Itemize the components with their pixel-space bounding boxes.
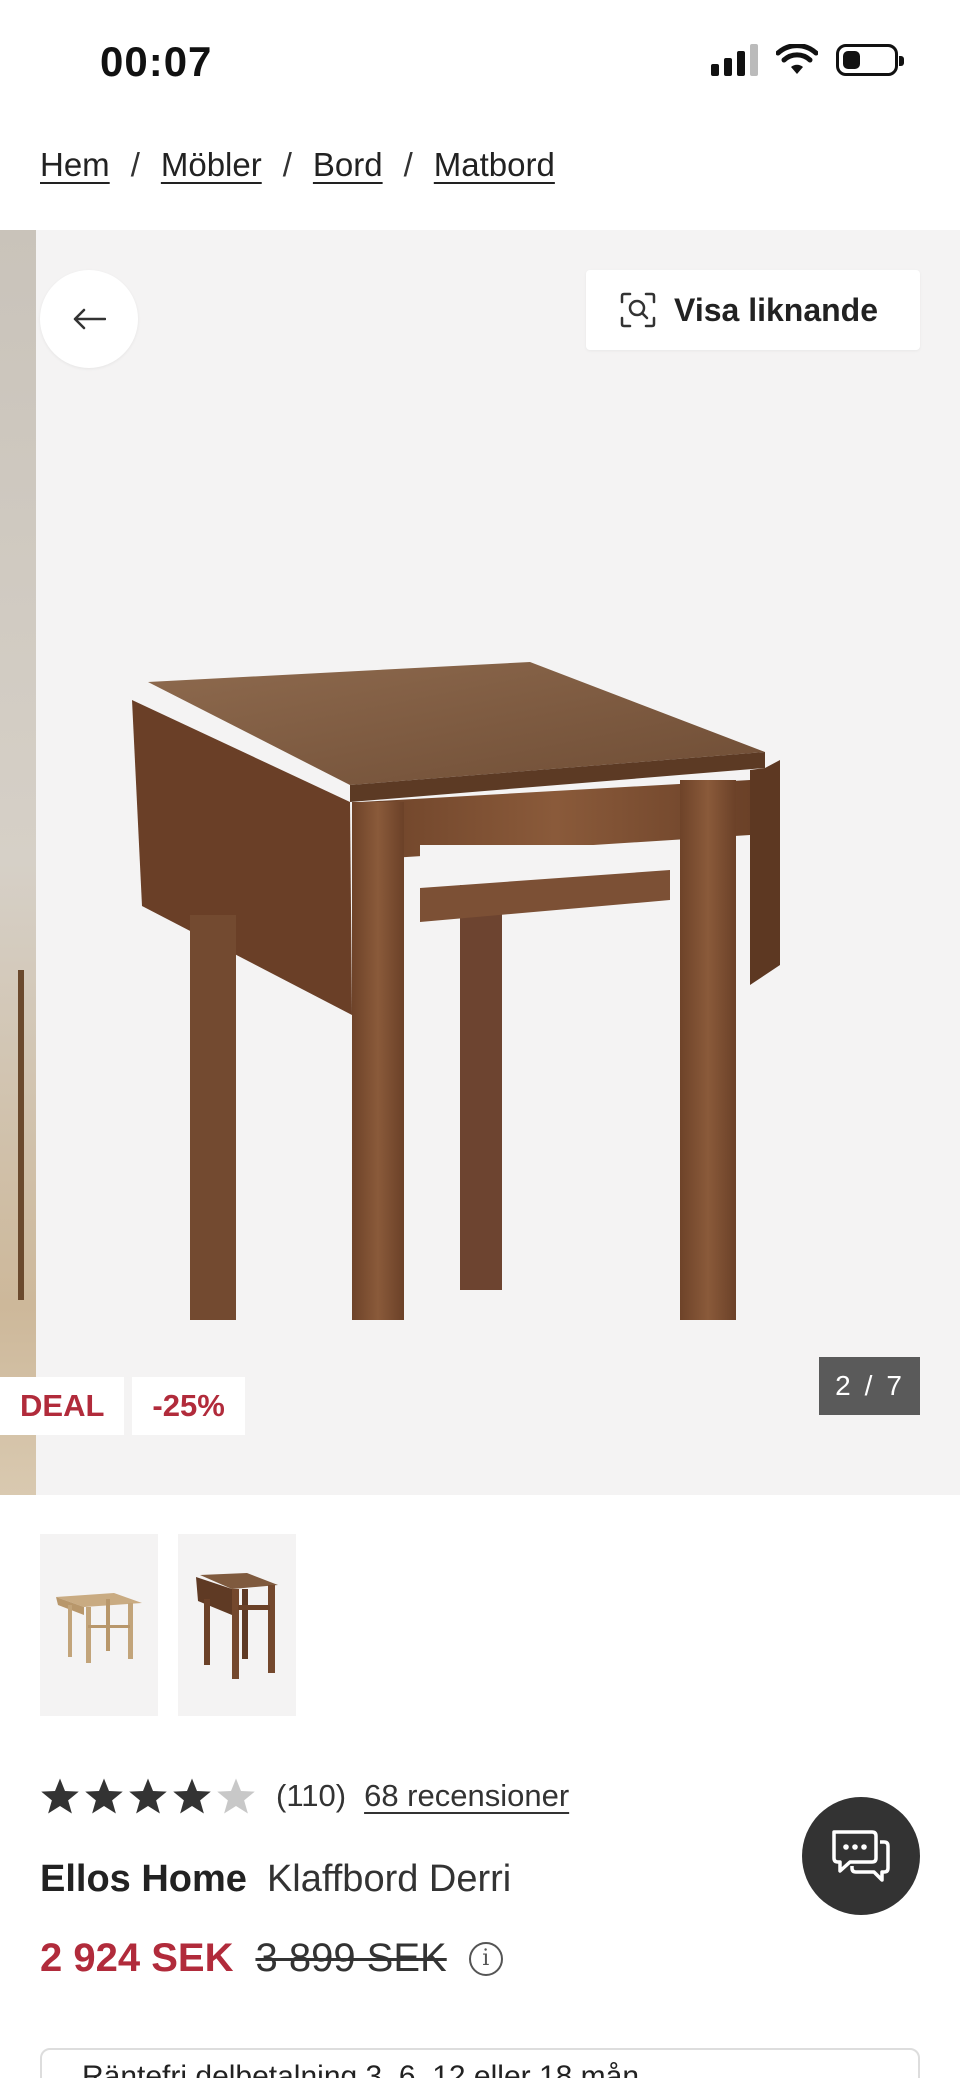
info-icon[interactable]: i [468,1941,503,1976]
battery-icon [836,44,904,76]
star-filled-icon [129,1778,167,1814]
breadcrumb-separator: / [282,146,292,183]
product-brand[interactable]: Ellos Home [40,1858,247,1901]
star-empty-icon [217,1778,255,1814]
status-bar: 00:07 [0,0,960,120]
wifi-icon [776,44,818,74]
reviews-link[interactable]: 68 recensioner [364,1778,569,1814]
chat-button[interactable] [802,1797,920,1915]
breadcrumb-separator: / [130,146,140,183]
previous-slide-peek [0,230,36,1495]
rating-row: (110) 68 recensioner [40,1776,569,1816]
breadcrumb: Hem / Möbler / Bord / Matbord [40,146,555,184]
deal-badge: DEAL [0,1377,125,1435]
chair-fragment [0,970,24,1300]
show-similar-button[interactable]: Visa liknande [586,270,920,350]
breadcrumb-item-hem[interactable]: Hem [40,146,110,184]
product-image-drop-leaf-table [132,662,780,1320]
status-icons [711,44,904,76]
price-old: 3 899 SEK [255,1936,447,1980]
back-button[interactable] [40,270,138,368]
thumbnail-strip [40,1534,296,1716]
product-title: Ellos Home Klaffbord Derri [40,1858,511,1901]
product-name: Klaffbord Derri [266,1858,512,1900]
counter-separator: / [864,1370,875,1401]
breadcrumb-separator: / [403,146,413,183]
dark-wood-table-thumb[interactable] [178,1534,296,1716]
star-filled-icon [85,1778,123,1814]
rating-count: (110) [276,1778,347,1813]
price-row: 2 924 SEK 3 899 SEK i [40,1936,503,1981]
installment-text: Räntefri delbetalning 3, 6, 12 eller 18 … [82,2060,640,2078]
thumbnail-image [56,1593,142,1663]
installment-info-box[interactable]: Räntefri delbetalning 3, 6, 12 eller 18 … [40,2048,920,2078]
star-rating [40,1776,256,1816]
image-counter: 2 / 7 [819,1357,920,1415]
counter-total: 7 [886,1370,904,1401]
badges: DEAL -25% [0,1377,245,1435]
star-filled-icon [41,1778,79,1814]
light-wood-table-thumb[interactable] [40,1534,158,1716]
price-current: 2 924 SEK [40,1936,234,1980]
arrow-left-icon [73,308,106,330]
thumbnail-image [196,1573,278,1679]
cellular-signal-icon [711,44,758,76]
chat-bubbles-icon [832,1830,890,1882]
visual-search-icon [620,292,656,328]
status-time: 00:07 [100,38,213,85]
breadcrumb-item-bord[interactable]: Bord [313,146,383,184]
discount-badge: -25% [132,1377,245,1435]
star-filled-icon [173,1778,211,1814]
product-image-gallery[interactable]: Visa liknande DEAL -25% 2 / 7 [0,230,960,1495]
breadcrumb-item-matbord[interactable]: Matbord [434,146,555,184]
show-similar-label: Visa liknande [674,291,878,328]
breadcrumb-item-mobler[interactable]: Möbler [161,146,262,184]
counter-current: 2 [835,1370,853,1401]
